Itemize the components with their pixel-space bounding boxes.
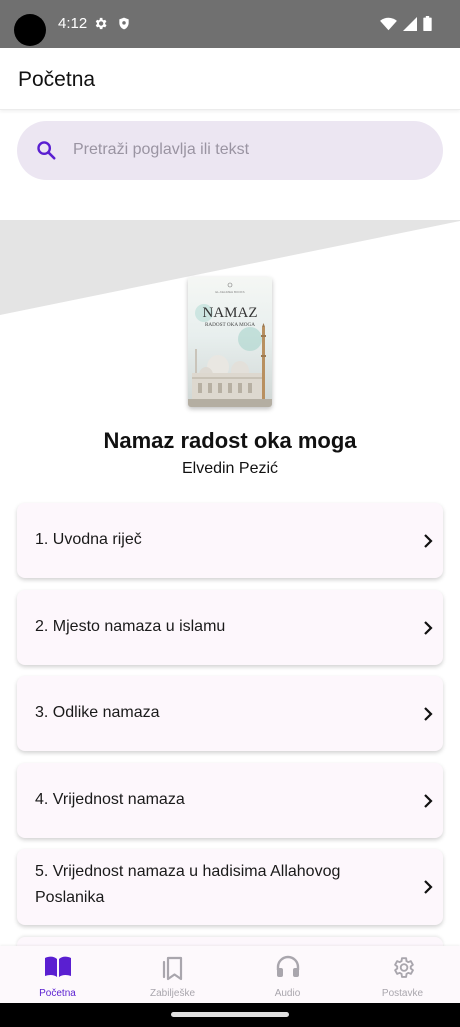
chevron-right-icon	[423, 533, 433, 554]
chapter-item-1[interactable]: 1. Uvodna riječ	[17, 503, 443, 578]
nav-label: Zabilješke	[149, 988, 196, 999]
settings-icon	[390, 955, 415, 985]
search-placeholder: Pretraži poglavlja ili tekst	[73, 141, 250, 158]
battery-icon	[423, 16, 432, 36]
chapter-item-2[interactable]: 2. Mjesto namaza u islamu	[17, 589, 443, 665]
chapter-item-5[interactable]: 5. Vrijednost namaza u hadisima Allahovo…	[17, 849, 443, 925]
chapter-label: 5. Vrijednost namaza u hadisima Allahovo…	[35, 863, 341, 906]
cover-subtitle-text: RADOST OKA MOGA	[205, 322, 255, 328]
chapter-list: 1. Uvodna riječ 2. Mjesto namaza u islam…	[17, 503, 443, 937]
chapter-label: 4. Vrijednost namaza	[35, 790, 185, 808]
nav-item-postavke[interactable]: Postavke	[345, 946, 460, 1003]
cover-title-text: NAMAZ	[203, 305, 258, 321]
status-bar: 4:12	[0, 0, 460, 48]
nav-item-zabiljeske[interactable]: Zabilješke	[115, 946, 230, 1003]
book-open-icon	[44, 955, 72, 984]
wifi-icon	[380, 17, 397, 36]
chevron-right-icon	[423, 620, 433, 641]
book-title: Namaz radost oka moga	[103, 428, 357, 453]
chapter-item-3[interactable]: 3. Odlike namaza	[17, 676, 443, 751]
headphones-icon	[275, 955, 301, 984]
nav-item-audio[interactable]: Audio	[230, 946, 345, 1003]
search-input[interactable]: Pretraži poglavlja ili tekst	[17, 121, 443, 180]
chapter-label: 1. Uvodna riječ	[35, 531, 142, 548]
chapter-label: 3. Odlike namaza	[35, 704, 160, 721]
status-time: 4:12	[58, 15, 88, 32]
gesture-bar	[0, 1003, 460, 1027]
signal-icon	[403, 16, 417, 36]
page-title: Početna	[18, 68, 96, 91]
nav-label: Audio	[274, 988, 301, 999]
nav-label: Početna	[39, 988, 76, 999]
chevron-right-icon	[423, 706, 433, 727]
gear-icon	[93, 16, 108, 36]
bookmarks-icon	[161, 955, 185, 986]
nav-item-pocetna[interactable]: Početna	[0, 946, 115, 1003]
shield-icon	[117, 16, 131, 36]
bottom-navigation: Početna Zabilješke Audio Postavke	[0, 946, 460, 1003]
camera-cutout	[14, 14, 46, 46]
book-author: Elvedin Pezić	[181, 460, 279, 477]
chevron-right-icon	[423, 793, 433, 814]
chapter-label: 2. Mjesto namaza u islamu	[35, 617, 226, 635]
chevron-right-icon	[423, 879, 433, 900]
chapter-item-4[interactable]: 4. Vrijednost namaza	[17, 762, 443, 838]
app-bar: Početna	[0, 48, 460, 110]
home-gesture-handle[interactable]	[171, 1012, 289, 1017]
nav-label: Postavke	[381, 988, 424, 999]
book-cover-image: EL-KELIMEH BOOKS NAMAZ RADOST OKA MOGA	[188, 277, 272, 407]
search-icon	[35, 139, 57, 166]
cover-publisher-text: EL-KELIMEH BOOKS	[215, 290, 244, 294]
